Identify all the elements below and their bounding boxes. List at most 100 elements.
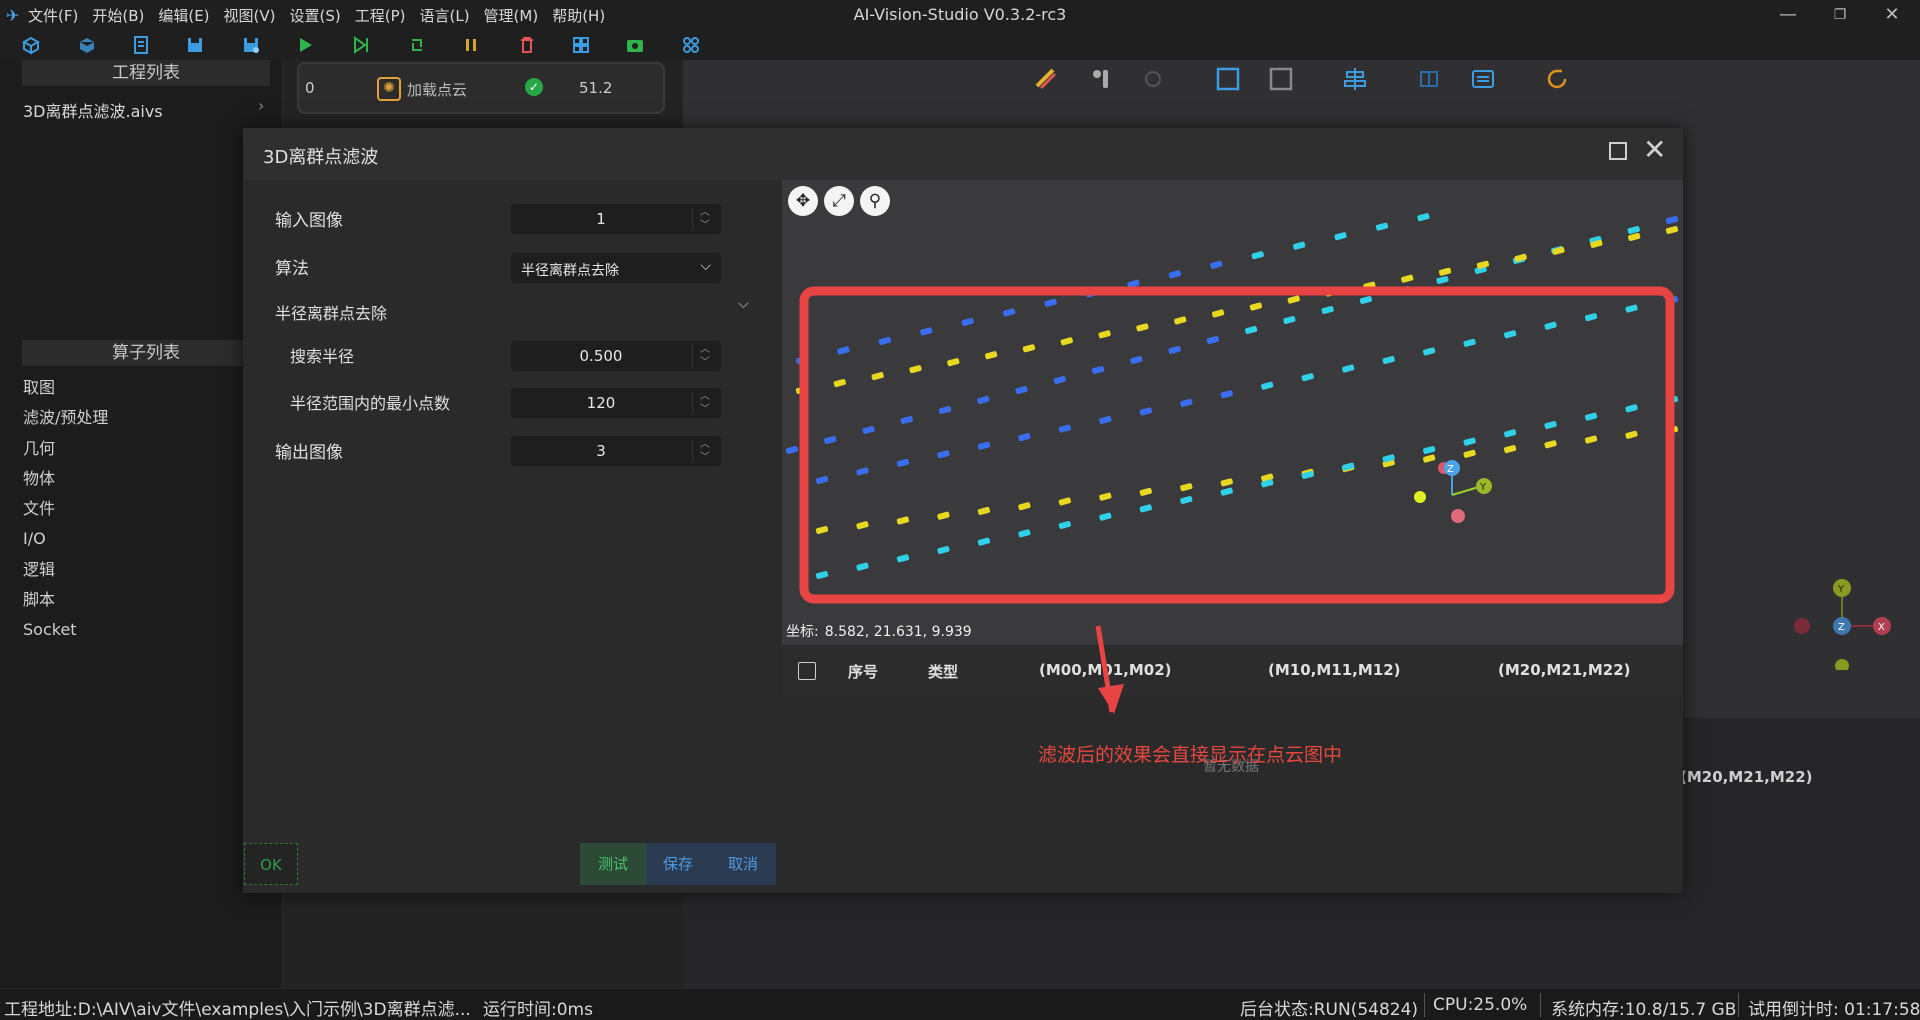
operator-logic[interactable]: 逻辑 [23,557,108,587]
cloud-point [1375,222,1389,231]
camera-icon[interactable] [624,34,646,56]
rect-tool-icon[interactable] [1268,66,1294,92]
cloud-point [1060,337,1073,346]
section-radius-outlier[interactable]: 半径离群点去除 [275,300,387,324]
cloud-point [1625,430,1638,439]
point-cloud-canvas[interactable]: ZY [782,180,1683,645]
cloud-point [1220,478,1233,487]
save-icon[interactable] [184,34,206,56]
spin-down-icon[interactable]: ﹀ [694,356,716,369]
pause-icon[interactable] [460,34,482,56]
new-project-icon[interactable] [20,34,42,56]
menu-language[interactable]: 语言(L) [419,5,469,26]
cloud-point [1136,323,1149,332]
reset-view-icon[interactable]: ⚲ [860,186,890,216]
operator-object[interactable]: 物体 [23,466,108,496]
flow-node-load-cloud[interactable]: 0 ✺ 加载点云 ✓ 51.2 [297,62,665,114]
save-button[interactable]: 保存 [646,843,710,885]
open-project-icon[interactable] [76,34,98,56]
cloud-point [862,425,875,435]
cloud-point [1003,308,1016,317]
cloud-point [1098,330,1111,339]
cloud-point [795,385,809,395]
menu-settings[interactable]: 设置(S) [290,5,341,26]
menu-help[interactable]: 帮助(H) [552,5,605,26]
input-image-spinbox[interactable]: 1 ︿ ﹀ [511,204,721,234]
cloud-point [900,415,913,425]
cancel-button[interactable]: 取消 [710,843,776,885]
cloud-point [1058,497,1071,506]
align-icon[interactable] [1342,66,1368,92]
spin-up-icon[interactable]: ︿ [694,438,716,451]
point-cloud-viewer[interactable]: ZY ✥ ⤢ ⚲ 坐标: 8.582, 21.631, 9.939 [782,180,1683,645]
spin-down-icon[interactable]: ﹀ [694,451,716,464]
cloud-point [1287,295,1300,304]
maximize-icon[interactable] [1609,142,1627,160]
document-icon[interactable] [130,34,152,56]
save-as-icon[interactable] [240,34,262,56]
cloud-point [1544,420,1557,430]
app-logo-icon: ✈ [6,6,20,25]
run-icon[interactable] [294,34,316,56]
cloud-point [1015,385,1028,395]
minimize-button[interactable]: — [1768,2,1808,28]
test-button[interactable]: 测试 [580,843,646,885]
operator-io[interactable]: I/O [23,526,108,556]
project-file-item[interactable]: 3D离群点滤波.aivs [23,98,163,122]
cloud-point [1293,241,1306,250]
menu-start[interactable]: 开始(B) [92,5,144,26]
spin-up-icon[interactable]: ︿ [694,343,716,356]
cloud-point [1139,487,1152,496]
flow-node-name: 加载点云 [407,81,468,99]
operator-list-header: 算子列表 [22,340,270,366]
color-mode-icon[interactable] [1033,66,1059,92]
pan-move-icon[interactable]: ✥ [788,186,818,216]
cloud-point [1220,390,1233,399]
search-radius-spinbox[interactable]: 0.500 ︿ ﹀ [511,341,721,371]
grid-icon[interactable] [570,34,592,56]
operator-file[interactable]: 文件 [23,496,108,526]
fit-view-icon[interactable]: ⤢ [824,186,854,216]
menu-project[interactable]: 工程(P) [355,5,406,26]
collapse-chevron-icon[interactable]: ⌵ [738,296,749,312]
cloud-point [1220,487,1233,496]
refresh-icon[interactable] [1544,66,1570,92]
select-all-checkbox[interactable] [798,662,816,680]
cloud-point [1210,260,1223,269]
menu-manage[interactable]: 管理(M) [484,5,539,26]
cloud-point [871,372,884,381]
cloud-point [977,506,991,515]
chevron-right-icon[interactable]: › [258,96,264,115]
layout-icon[interactable] [680,34,702,56]
circle-tool-icon[interactable] [1140,66,1166,92]
delete-icon[interactable] [516,34,538,56]
operator-geometry[interactable]: 几何 [23,436,108,466]
ok-button[interactable]: OK [244,843,298,885]
spin-down-icon[interactable]: ﹀ [694,219,716,232]
run-once-icon[interactable] [350,34,372,56]
close-icon[interactable]: ✕ [1643,136,1666,164]
restore-button[interactable]: ❐ [1820,2,1860,28]
rect-select-icon[interactable] [1215,66,1241,92]
point-size-icon[interactable] [1088,66,1114,92]
operator-script[interactable]: 脚本 [23,587,108,617]
operator-acquire[interactable]: 取图 [23,375,108,405]
output-image-spinbox[interactable]: 3 ︿ ﹀ [511,436,721,466]
spin-up-icon[interactable]: ︿ [694,206,716,219]
settings-panel-icon[interactable] [1470,66,1496,92]
close-window-button[interactable]: ✕ [1872,2,1912,28]
project-list-header: 工程列表 [22,60,270,86]
spin-down-icon[interactable]: ﹀ [694,403,716,416]
menu-edit[interactable]: 编辑(E) [158,5,209,26]
split-icon[interactable] [1416,66,1442,92]
spin-up-icon[interactable]: ︿ [694,390,716,403]
gizmo-z-label: Z [1838,622,1845,633]
min-points-spinbox[interactable]: 120 ︿ ﹀ [511,388,721,418]
algorithm-select[interactable]: 半径离群点去除 ⌵ [511,253,721,283]
operator-socket[interactable]: Socket [23,617,108,647]
menu-view[interactable]: 视图(V) [224,5,276,26]
output-image-label: 输出图像 [275,443,343,463]
menu-file[interactable]: 文件(F) [28,5,78,26]
operator-filter[interactable]: 滤波/预处理 [23,405,108,435]
loop-run-icon[interactable] [406,34,428,56]
